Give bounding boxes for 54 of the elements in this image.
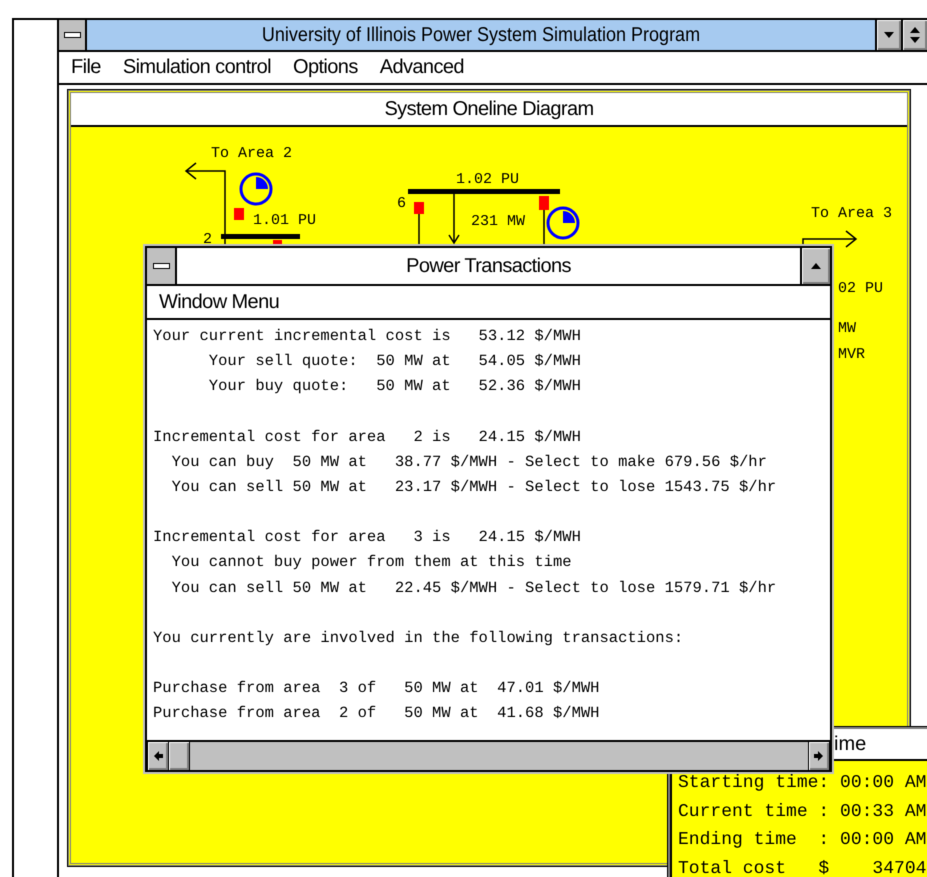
transaction-text: Incremental cost for area 2 is 24.15 $/MWH: [153, 426, 582, 448]
window-title: Power Transactions: [405, 254, 572, 279]
time-readout: Total cost $ 34704: [678, 858, 927, 877]
transaction-text: You cannot buy power from them at this time: [170, 552, 573, 574]
diagram-label: To Area 2: [211, 145, 292, 162]
breaker-icon: [539, 196, 549, 210]
scroll-right-button[interactable]: [808, 742, 830, 770]
transaction-text: You can sell 50 MW at 22.45 $/MWH - Select to lose 1579.71 $/hr: [170, 578, 778, 599]
transaction-text: Your buy quote: 50 MW at 52.36 $/MWH: [208, 376, 582, 398]
window-title: System Oneline Diagram: [71, 93, 907, 127]
caret-up-icon: [810, 261, 822, 271]
breaker-icon: [414, 202, 424, 214]
diagram-label: MW: [838, 320, 856, 337]
transaction-text: Your current incremental cost is 53.12 $/MWH: [153, 326, 582, 347]
diagram-label: To Area 3: [811, 205, 892, 222]
scroll-thumb[interactable]: [169, 742, 190, 770]
control-menu-button[interactable]: [59, 20, 87, 50]
transaction-text: Incremental cost for area 3 is 24.15 $/MWH: [153, 527, 582, 548]
up-down-icon: [909, 26, 921, 44]
transaction-text: Purchase from area 3 of 50 MW at 47.01 $/MWH: [153, 678, 600, 700]
diagram-label: 02 PU: [838, 280, 884, 297]
transaction-text: You can sell 50 MW at 23.17 $/MWH - Select to lose 1543.75 $/hr: [170, 477, 778, 498]
restore-button[interactable]: [901, 20, 927, 50]
minimize-button[interactable]: [875, 20, 901, 50]
window-title: University of Illinois Power System Simulation Program: [260, 23, 702, 48]
diagram-label: 1.01 PU: [253, 212, 316, 229]
transaction-text: You currently are involved in the following transactions:: [153, 628, 684, 649]
caret-down-icon: [883, 30, 895, 40]
diagram-label: 231 MW: [471, 213, 526, 230]
menu-item[interactable]: File: [71, 56, 101, 79]
arrow-right-icon: [813, 750, 825, 762]
menu-item[interactable]: Window Menu: [159, 290, 280, 314]
transaction-text: Purchase from area 2 of 50 MW at 41.68 $/MWH: [153, 703, 600, 724]
time-readout: Current time : 00:33 AM: [678, 800, 927, 824]
maximize-button[interactable]: [800, 248, 830, 284]
horizontal-scrollbar[interactable]: [147, 740, 830, 770]
transaction-text: Your sell quote: 50 MW at 54.05 $/MWH: [208, 351, 582, 372]
diagram-label: MVR: [838, 346, 866, 363]
menu-item[interactable]: Simulation control: [122, 56, 271, 79]
time-readout: Ending time : 00:00 AM: [678, 829, 927, 852]
generator-icon: [240, 172, 272, 206]
transaction-text: You can buy 50 MW at 38.77 $/MWH - Select to make 679.56 $/hr: [170, 452, 768, 473]
control-menu-button[interactable]: [147, 248, 177, 284]
diagram-label: 1.02 PU: [456, 171, 520, 188]
breaker-icon: [234, 208, 244, 220]
diagram-label: 6: [397, 195, 406, 212]
time-readout: Starting time: 00:00 AM: [678, 772, 927, 795]
menu-item[interactable]: Advanced: [380, 56, 464, 79]
scroll-left-button[interactable]: [147, 742, 169, 770]
window-title: ime: [834, 733, 866, 755]
menu-item[interactable]: Options: [293, 56, 358, 79]
generator-icon: [546, 206, 580, 240]
arrow-left-icon: [152, 750, 164, 762]
diagram-label: 2: [203, 231, 212, 248]
